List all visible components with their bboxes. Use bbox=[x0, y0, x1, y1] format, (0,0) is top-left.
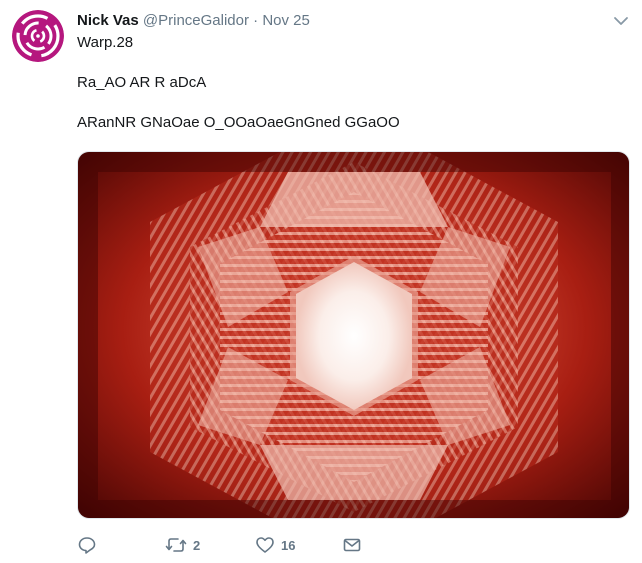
tweet-text-line: Warp.28 bbox=[77, 34, 134, 51]
chevron-down-icon bbox=[614, 17, 628, 25]
retweet-count: 2 bbox=[193, 537, 201, 553]
like-button[interactable]: 16 bbox=[255, 533, 295, 557]
tweet-text: Warp.28 Ra_AO AR R aDcA ARanNR GNaOae O_… bbox=[77, 33, 622, 133]
tweet-date[interactable]: Nov 25 bbox=[262, 12, 310, 29]
tweet-text-line: ARanNR GNaOae O_OOaOaeGnGned GGaOO bbox=[77, 114, 400, 131]
tweet-header: Nick Vas @PrinceGalidor · Nov 25 bbox=[77, 11, 602, 31]
avatar[interactable] bbox=[12, 10, 64, 62]
retweet-icon bbox=[165, 538, 187, 552]
more-options-button[interactable] bbox=[612, 12, 630, 30]
direct-message-button[interactable] bbox=[342, 533, 362, 557]
retweet-button[interactable]: 2 bbox=[165, 533, 200, 557]
like-count: 16 bbox=[281, 537, 296, 553]
username-handle[interactable]: @PrinceGalidor bbox=[143, 12, 249, 29]
tweet-actions: 2 16 bbox=[77, 533, 377, 557]
tweet-media-image[interactable] bbox=[77, 151, 630, 519]
separator-dot: · bbox=[253, 12, 259, 29]
avatar-swirl-icon bbox=[12, 10, 64, 62]
envelope-icon bbox=[343, 538, 361, 552]
hexagon-tunnel-image bbox=[78, 152, 629, 518]
heart-icon bbox=[256, 537, 274, 553]
display-name[interactable]: Nick Vas bbox=[77, 12, 139, 29]
reply-icon bbox=[78, 537, 96, 554]
tweet-text-line: Ra_AO AR R aDcA bbox=[77, 74, 207, 91]
tweet[interactable]: Nick Vas @PrinceGalidor · Nov 25 Warp.28… bbox=[0, 0, 642, 563]
reply-button[interactable] bbox=[77, 533, 97, 557]
